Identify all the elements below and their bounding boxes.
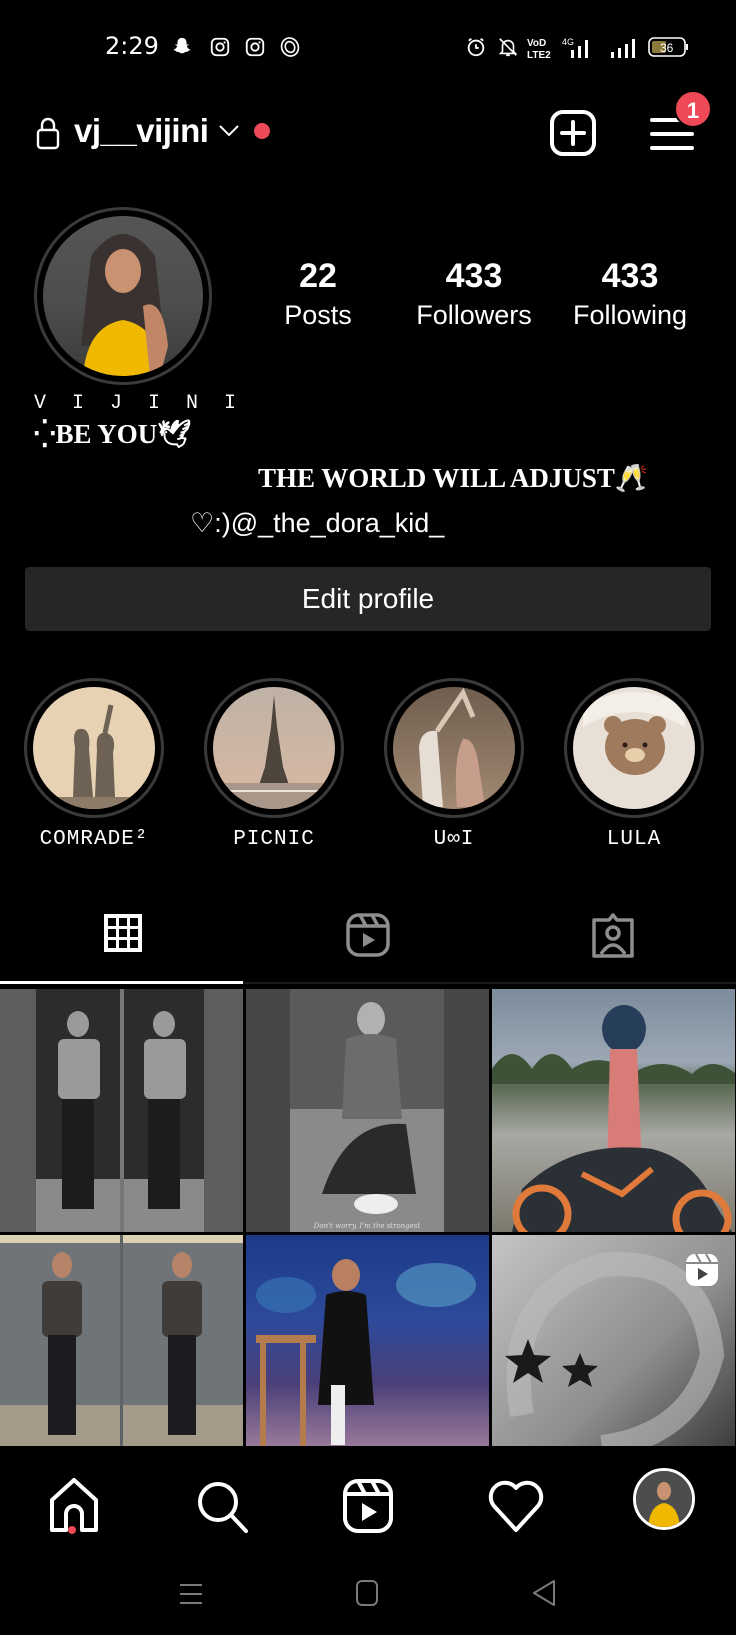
4g-signal-icon: 4G [562, 37, 588, 58]
signal-icon [611, 39, 635, 58]
svg-text:LTE2: LTE2 [527, 50, 551, 60]
svg-text:4G: 4G [562, 37, 574, 47]
lock-icon [36, 117, 60, 150]
bottom-nav [0, 1446, 736, 1556]
highlight-label: COMRADE² [39, 828, 149, 851]
menu-notification-badge: 1 [674, 90, 712, 128]
reels-icon [345, 913, 390, 957]
post-thumbnail[interactable] [0, 989, 243, 1232]
posts-count[interactable]: 22 Posts [243, 256, 393, 334]
bio-line: THE WORLD WILL ADJUST🥂 [258, 463, 649, 493]
active-tab-indicator [0, 981, 243, 984]
snapchat-icon [173, 37, 191, 54]
tab-tagged[interactable] [490, 900, 735, 986]
posts-count-label: Posts [284, 300, 352, 330]
highlight-cover [573, 687, 695, 809]
battery-icon: 36 [648, 37, 688, 57]
svg-text:Don't worry, I'm the strongest: Don't worry, I'm the strongest [313, 1222, 421, 1230]
followers-count[interactable]: 433 Followers [399, 256, 549, 334]
instagram-icon [210, 37, 230, 57]
tab-divider [243, 982, 736, 984]
story-highlight[interactable]: COMRADE² [22, 678, 166, 851]
highlight-label: U∞I [433, 828, 475, 851]
home-system-icon[interactable] [354, 1578, 380, 1608]
account-notification-dot [254, 123, 270, 139]
highlight-ring [204, 678, 344, 818]
reel-indicator-icon [686, 1253, 718, 1286]
svg-text:VoD: VoD [527, 38, 546, 49]
recents-icon[interactable] [177, 1580, 205, 1608]
edit-profile-button[interactable]: Edit profile [25, 567, 711, 631]
following-count-label: Following [572, 300, 688, 330]
highlight-cover [33, 687, 155, 809]
profile-tabs [0, 900, 736, 988]
alarm-icon [467, 37, 485, 57]
home-notification-dot [68, 1526, 76, 1534]
shazam-icon [280, 37, 300, 57]
tagged-icon [591, 913, 634, 958]
instagram-icon [245, 37, 265, 57]
story-highlight[interactable]: LULA [562, 678, 706, 851]
highlight-cover [213, 687, 335, 809]
bio-mention-link[interactable]: ♡:)@_the_dora_kid_ [190, 508, 444, 539]
svg-text:36: 36 [660, 41, 674, 55]
create-post-button[interactable] [549, 109, 597, 157]
highlight-cover [393, 687, 515, 809]
highlight-label: PICNIC [233, 828, 315, 851]
following-count-value: 433 [601, 257, 659, 295]
post-thumbnail[interactable]: Don't worry, I'm the strongest [246, 989, 489, 1232]
bio-line: ⁛BE YOU🕊 [34, 419, 192, 449]
post-thumbnail[interactable] [246, 1235, 489, 1447]
highlight-ring [564, 678, 704, 818]
chevron-down-icon[interactable] [218, 124, 240, 138]
highlight-ring [24, 678, 164, 818]
tab-reels[interactable] [245, 900, 490, 986]
tab-posts-grid[interactable] [0, 900, 245, 986]
post-thumbnail[interactable] [492, 1235, 735, 1447]
following-count[interactable]: 433 Following [555, 256, 705, 334]
mute-icon [498, 38, 518, 57]
volte-icon: VoDLTE2 [527, 38, 551, 60]
search-icon[interactable] [192, 1476, 252, 1536]
posts-count-value: 22 [299, 257, 337, 295]
username-switcher[interactable]: vj__vijini [74, 112, 209, 150]
followers-count-value: 433 [445, 257, 503, 295]
system-nav-bar [0, 1560, 736, 1635]
display-name: V I J I N I [34, 392, 244, 415]
profile-header: vj__vijini 1 [0, 90, 736, 180]
story-highlight[interactable]: U∞I [382, 678, 526, 851]
highlight-ring [384, 678, 524, 818]
grid-icon [103, 914, 142, 952]
profile-avatar[interactable] [43, 216, 203, 376]
followers-count-label: Followers [416, 300, 532, 330]
reels-nav-icon[interactable] [338, 1476, 398, 1536]
story-highlight[interactable]: PICNIC [202, 678, 346, 851]
status-bar: 2:29 VoD LTE2 4G 36 [0, 0, 736, 90]
post-thumbnail[interactable] [0, 1235, 243, 1447]
highlight-label: LULA [606, 828, 662, 851]
post-thumbnail[interactable] [492, 989, 735, 1232]
status-time: 2:29 [105, 32, 159, 60]
back-icon[interactable] [530, 1578, 558, 1608]
profile-nav-avatar[interactable] [633, 1468, 695, 1530]
heart-icon[interactable] [486, 1476, 546, 1536]
